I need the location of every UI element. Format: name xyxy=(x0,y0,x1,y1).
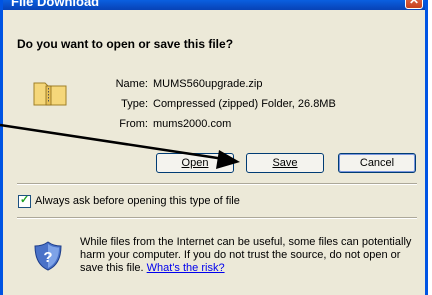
zip-folder-icon xyxy=(33,82,67,106)
always-ask-label[interactable]: Always ask before opening this type of f… xyxy=(35,195,240,207)
title-bar[interactable]: File Download ✕ xyxy=(3,0,425,10)
checkmark-icon: ✓ xyxy=(20,194,30,206)
always-ask-checkbox[interactable]: ✓ xyxy=(18,194,31,208)
separator-top xyxy=(17,183,417,185)
cancel-button[interactable]: Cancel xyxy=(338,153,416,173)
whats-the-risk-link[interactable]: What's the risk? xyxy=(147,262,225,274)
file-type-value: Compressed (zipped) Folder, 26.8MB xyxy=(153,98,336,110)
type-label: Type: xyxy=(121,98,148,110)
open-button[interactable]: Open xyxy=(156,153,234,173)
security-warning: While files from the Internet can be use… xyxy=(80,236,426,275)
window-title: File Download xyxy=(11,0,100,9)
warning-text: While files from the Internet can be use… xyxy=(80,236,412,274)
close-button[interactable]: ✕ xyxy=(405,0,423,9)
cancel-button-label: Cancel xyxy=(359,157,395,169)
save-button-label: Save xyxy=(272,157,298,169)
file-from-value: mums2000.com xyxy=(153,118,232,130)
open-or-save-question: Do you want to open or save this file? xyxy=(17,37,234,51)
file-download-dialog: File Download ✕ Do you want to open or s… xyxy=(0,0,428,295)
open-button-label: Open xyxy=(181,157,209,169)
name-label: Name: xyxy=(115,78,148,90)
save-button[interactable]: Save xyxy=(246,153,324,173)
file-name-value: MUMS560upgrade.zip xyxy=(153,78,263,90)
security-shield-icon: ? xyxy=(34,241,62,271)
separator-bottom xyxy=(17,217,417,219)
from-label: From: xyxy=(119,118,148,130)
svg-text:?: ? xyxy=(43,249,52,266)
